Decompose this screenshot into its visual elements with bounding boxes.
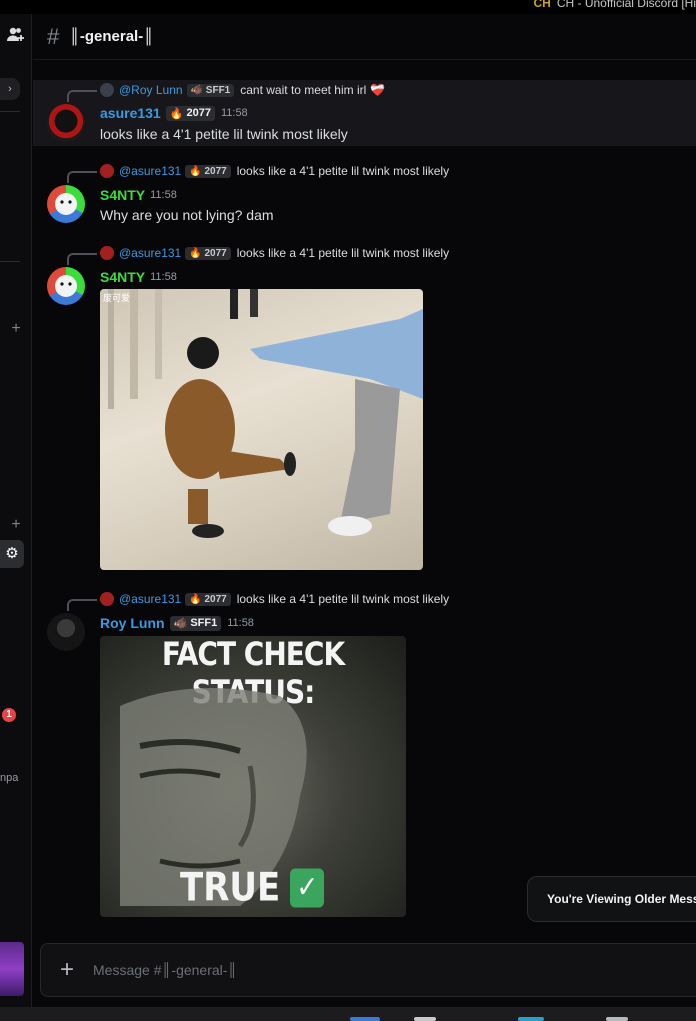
taskbar-item[interactable] bbox=[414, 1017, 436, 1021]
timestamp: 11:58 bbox=[220, 107, 248, 119]
gif-attachment[interactable]: 废可爱 bbox=[100, 289, 423, 570]
reply-preview[interactable]: @Roy Lunn 🐗 SFF1 cant wait to meet him i… bbox=[67, 82, 386, 102]
reply-text: looks like a 4'1 petite lil twink most l… bbox=[236, 592, 450, 606]
composer-area: + bbox=[33, 936, 696, 1007]
message-header: S4NTY 11:58 bbox=[100, 269, 177, 285]
author-name[interactable]: S4NTY bbox=[100, 187, 145, 203]
hash-icon: # bbox=[47, 23, 60, 49]
attach-plus-icon[interactable]: + bbox=[41, 956, 93, 984]
taskbar-item[interactable] bbox=[518, 1017, 544, 1021]
reply-avatar bbox=[100, 592, 114, 606]
server-rail: › + + ⚙ 1 npa bbox=[0, 14, 32, 1007]
author-name[interactable]: Roy Lunn bbox=[100, 615, 165, 631]
reply-author[interactable]: @Roy Lunn bbox=[119, 83, 183, 97]
jump-to-present-banner[interactable]: You're Viewing Older Messa bbox=[527, 876, 696, 922]
reply-spine bbox=[67, 171, 97, 183]
message[interactable]: @asure131 🔥 2077 looks like a 4'1 petite… bbox=[33, 243, 696, 573]
message-feed[interactable]: @Roy Lunn 🐗 SFF1 cant wait to meet him i… bbox=[33, 61, 696, 936]
rail-divider bbox=[0, 261, 20, 262]
truncated-label: npa bbox=[0, 772, 19, 784]
avatar[interactable] bbox=[47, 104, 85, 142]
reply-tag: 🔥 2077 bbox=[185, 164, 231, 178]
author-name[interactable]: asure131 bbox=[100, 105, 161, 121]
timestamp: 11:58 bbox=[150, 189, 177, 201]
unread-badge: 1 bbox=[2, 708, 16, 722]
window-title: CH CH - Unofficial Discord [Hi bbox=[534, 0, 696, 10]
app-logo: CH bbox=[533, 0, 551, 10]
plus-icon[interactable]: + bbox=[0, 516, 32, 534]
timestamp: 11:58 bbox=[150, 271, 177, 283]
reply-author[interactable]: @asure131 bbox=[119, 246, 181, 260]
taskbar-item[interactable] bbox=[350, 1017, 380, 1021]
reply-text: looks like a 4'1 petite lil twink most l… bbox=[236, 246, 450, 260]
reply-spine bbox=[67, 90, 97, 102]
reply-avatar bbox=[100, 246, 114, 260]
reply-text: cant wait to meet him irl bbox=[240, 83, 367, 97]
reply-preview[interactable]: @asure131 🔥 2077 looks like a 4'1 petite… bbox=[67, 591, 450, 611]
user-tag: 🐗 SFF1 bbox=[169, 615, 222, 631]
add-friend-icon[interactable] bbox=[0, 26, 32, 47]
reply-text: looks like a 4'1 petite lil twink most l… bbox=[236, 164, 450, 178]
channel-name[interactable]: ║-general-║ bbox=[69, 28, 154, 45]
avatar-figure bbox=[55, 275, 77, 297]
message-header: asure131 🔥 2077 11:58 bbox=[100, 105, 248, 121]
reply-avatar bbox=[100, 164, 114, 178]
reply-spine bbox=[67, 599, 97, 611]
message[interactable]: @Roy Lunn 🐗 SFF1 cant wait to meet him i… bbox=[33, 80, 696, 146]
user-avatar-thumb[interactable] bbox=[0, 942, 24, 996]
reply-author[interactable]: @asure131 bbox=[119, 164, 181, 178]
os-taskbar bbox=[0, 1007, 696, 1021]
avatar[interactable] bbox=[47, 185, 85, 223]
taskbar-item[interactable] bbox=[606, 1017, 628, 1021]
avatar-figure bbox=[55, 193, 77, 215]
reply-tag: 🔥 2077 bbox=[185, 592, 231, 606]
message-text: looks like a 4'1 petite lil twink most l… bbox=[100, 126, 348, 142]
checkmark-icon: ✓ bbox=[290, 868, 325, 908]
plus-icon[interactable]: + bbox=[0, 320, 32, 338]
reply-preview[interactable]: @asure131 🔥 2077 looks like a 4'1 petite… bbox=[67, 163, 450, 183]
fact-check-gif[interactable]: FACT CHECK STATUS: TRUE ✓ bbox=[100, 636, 406, 917]
reply-author[interactable]: @asure131 bbox=[119, 592, 181, 606]
message-input[interactable] bbox=[93, 962, 696, 978]
gif-verdict: TRUE ✓ bbox=[180, 865, 325, 911]
reply-avatar bbox=[100, 83, 114, 97]
heart-emoji: ❤️‍🩹 bbox=[370, 83, 386, 97]
message-header: S4NTY 11:58 bbox=[100, 187, 177, 203]
message-composer: + bbox=[40, 943, 696, 997]
timestamp: 11:58 bbox=[227, 617, 254, 629]
chevron-right-icon[interactable]: › bbox=[0, 78, 20, 100]
message[interactable]: @asure131 🔥 2077 looks like a 4'1 petite… bbox=[33, 161, 696, 231]
gif-caption: 废可爱 bbox=[103, 294, 131, 304]
reply-tag: 🔥 2077 bbox=[185, 246, 231, 260]
message-header: Roy Lunn 🐗 SFF1 11:58 bbox=[100, 615, 254, 631]
gear-icon[interactable]: ⚙ bbox=[0, 540, 24, 568]
author-name[interactable]: S4NTY bbox=[100, 269, 145, 285]
reply-tag: 🐗 SFF1 bbox=[186, 83, 235, 97]
avatar[interactable] bbox=[47, 613, 85, 651]
channel-header: # ║-general-║ bbox=[33, 14, 696, 60]
user-tag: 🔥 2077 bbox=[165, 105, 215, 121]
rail-divider bbox=[0, 111, 20, 112]
message[interactable]: @asure131 🔥 2077 looks like a 4'1 petite… bbox=[33, 589, 696, 919]
window-title-bar: CH CH - Unofficial Discord [Hi bbox=[0, 0, 696, 14]
reply-spine bbox=[67, 253, 97, 265]
avatar[interactable] bbox=[47, 267, 85, 305]
message-text: Why are you not lying? dam bbox=[100, 207, 274, 223]
gif-scene bbox=[108, 289, 423, 538]
reply-preview[interactable]: @asure131 🔥 2077 looks like a 4'1 petite… bbox=[67, 245, 450, 265]
